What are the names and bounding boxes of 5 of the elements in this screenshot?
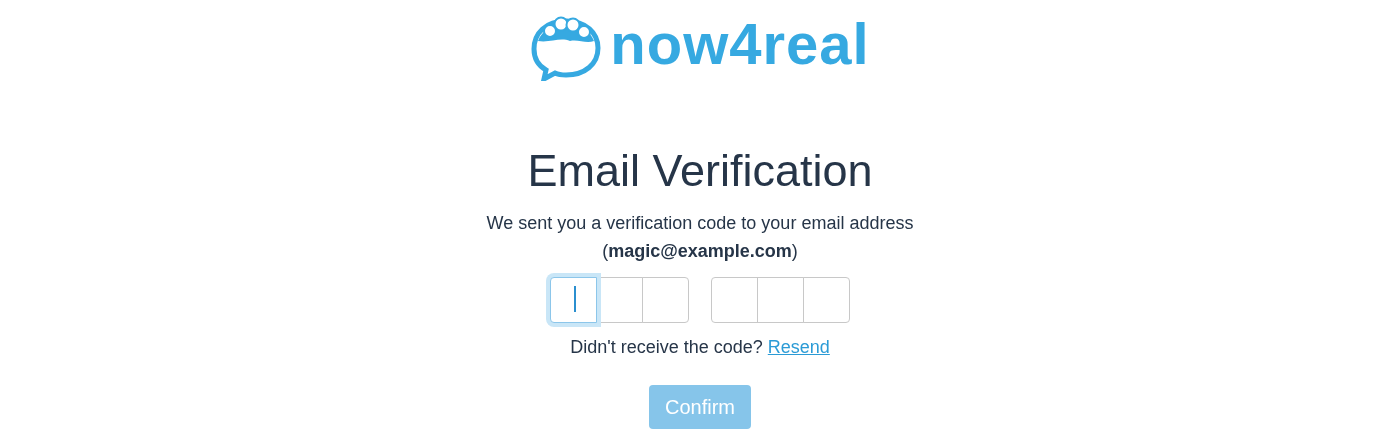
resend-prompt: Didn't receive the code? Resend	[570, 336, 830, 359]
logo-wordmark: now4real	[610, 15, 870, 73]
verification-message: We sent you a verification code to your email address (magic@example.com)	[485, 212, 915, 263]
resend-link[interactable]: Resend	[767, 337, 830, 357]
page-title: Email Verification	[527, 148, 873, 193]
